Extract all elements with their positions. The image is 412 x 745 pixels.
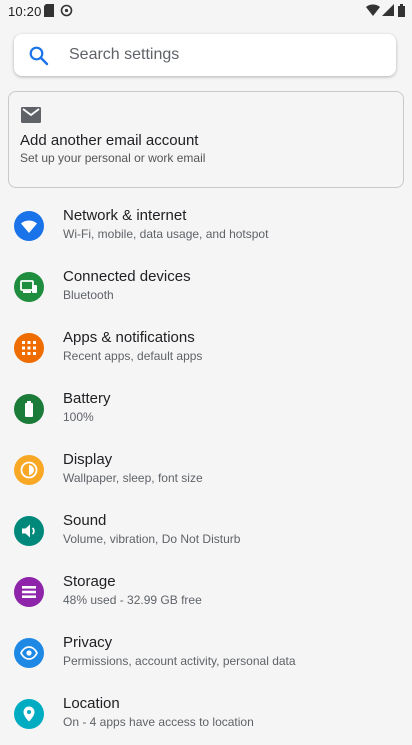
setting-label: Privacy	[63, 634, 113, 651]
setting-label: Battery	[63, 390, 111, 407]
battery-icon	[398, 4, 405, 20]
apps-icon	[14, 333, 44, 363]
setting-display[interactable]: Display Wallpaper, sleep, font size	[0, 440, 412, 501]
setting-battery[interactable]: Battery 100%	[0, 379, 412, 440]
search-input[interactable]: Search settings	[69, 46, 179, 64]
setting-label: Connected devices	[63, 268, 191, 285]
setting-summary: Bluetooth	[63, 288, 114, 302]
gmail-icon	[21, 107, 41, 123]
setting-summary: Recent apps, default apps	[63, 349, 203, 363]
suggestion-title: Add another email account	[20, 132, 199, 149]
setting-location[interactable]: Location On - 4 apps have access to loca…	[0, 684, 412, 745]
brightness-icon	[14, 455, 44, 485]
suggestion-subtitle: Set up your personal or work email	[20, 151, 206, 165]
wifi-icon	[366, 4, 380, 19]
volume-icon	[14, 516, 44, 546]
setting-label: Display	[63, 451, 113, 468]
setting-label: Location	[63, 695, 120, 712]
battery-icon	[14, 394, 44, 424]
setting-summary: Wallpaper, sleep, font size	[63, 471, 203, 485]
setting-label: Sound	[63, 512, 107, 529]
setting-connected-devices[interactable]: Connected devices Bluetooth	[0, 257, 412, 318]
setting-privacy[interactable]: Privacy Permissions, account activity, p…	[0, 623, 412, 684]
setting-network-internet[interactable]: Network & internet Wi-Fi, mobile, data u…	[0, 196, 412, 257]
setting-label: Apps & notifications	[63, 329, 195, 346]
suggestion-card[interactable]: Add another email account Set up your pe…	[8, 91, 404, 188]
status-bar: 10:20	[0, 0, 412, 24]
setting-summary: Wi-Fi, mobile, data usage, and hotspot	[63, 227, 269, 241]
setting-summary: On - 4 apps have access to location	[63, 715, 254, 729]
search-icon[interactable]	[28, 45, 50, 67]
setting-sound[interactable]: Sound Volume, vibration, Do Not Disturb	[0, 501, 412, 562]
setting-summary: 48% used - 32.99 GB free	[63, 593, 202, 607]
status-time: 10:20	[8, 4, 42, 19]
sync-icon	[60, 4, 73, 20]
storage-icon	[14, 577, 44, 607]
setting-apps-notifications[interactable]: Apps & notifications Recent apps, defaul…	[0, 318, 412, 379]
signal-icon	[382, 4, 394, 19]
location-pin-icon	[14, 699, 44, 729]
setting-summary: Volume, vibration, Do Not Disturb	[63, 532, 241, 546]
sd-card-icon	[44, 4, 54, 20]
connected-devices-icon	[14, 272, 44, 302]
privacy-eye-icon	[14, 638, 44, 668]
wifi-icon	[14, 211, 44, 241]
setting-label: Storage	[63, 573, 116, 590]
setting-label: Network & internet	[63, 207, 187, 224]
setting-summary: Permissions, account activity, personal …	[63, 654, 296, 668]
search-bar[interactable]: Search settings	[14, 34, 396, 76]
setting-storage[interactable]: Storage 48% used - 32.99 GB free	[0, 562, 412, 623]
setting-summary: 100%	[63, 410, 94, 424]
